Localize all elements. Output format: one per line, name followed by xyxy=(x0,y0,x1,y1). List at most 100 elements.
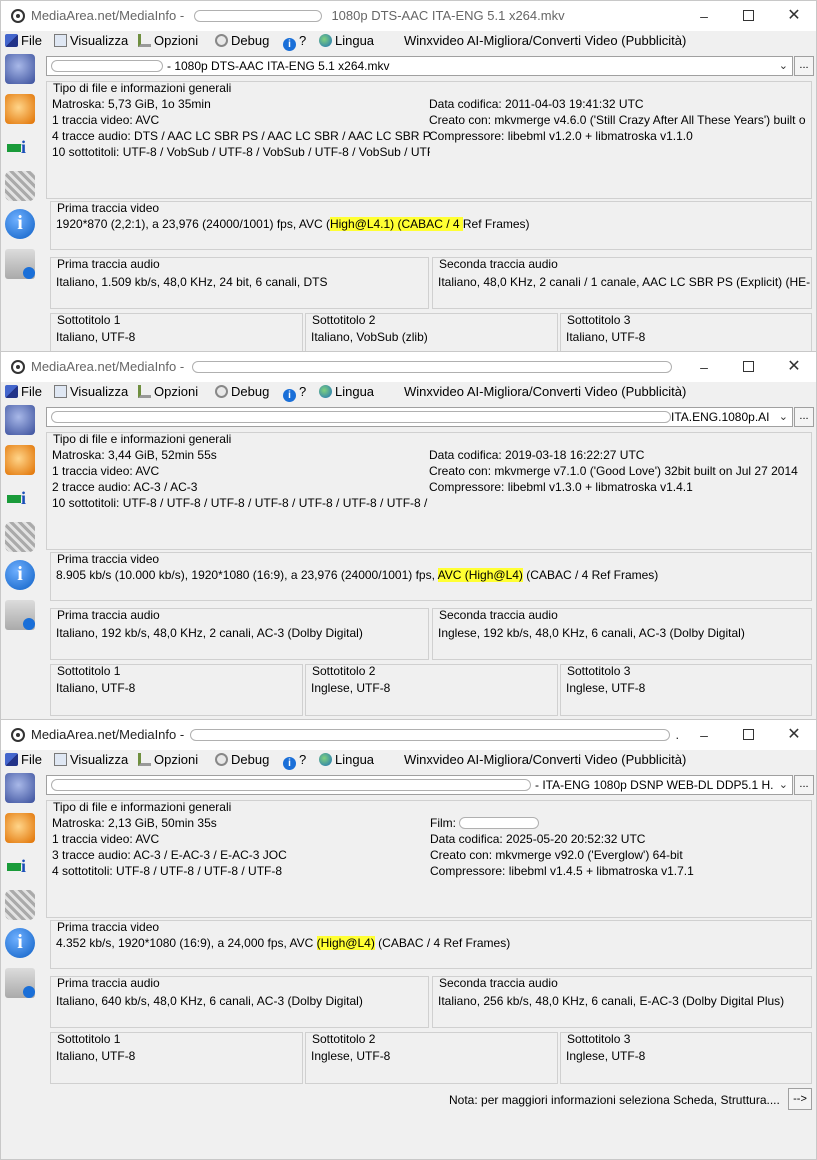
close-button[interactable]: ✕ xyxy=(774,356,814,378)
general-line: Compressore: libebml v1.3.0 + libmatrosk… xyxy=(429,480,693,494)
close-button[interactable]: ✕ xyxy=(774,5,814,27)
open-folder-icon[interactable] xyxy=(5,813,35,843)
menu-help-label: ? xyxy=(299,384,307,399)
export-icon[interactable] xyxy=(5,852,35,882)
menu-help-label: ? xyxy=(299,33,307,48)
minimize-button[interactable]: – xyxy=(684,356,724,378)
redacted-filename xyxy=(191,361,672,373)
title-bar[interactable]: MediaArea.net/MediaInfo - – ✕ xyxy=(1,352,816,382)
menu-ad-winxvideo[interactable]: Winxvideo AI-Migliora/Converti Video (Pu… xyxy=(404,752,686,767)
help-icon: i xyxy=(283,389,296,402)
menu-help[interactable]: i? xyxy=(283,33,306,51)
menu-language[interactable]: Lingua xyxy=(319,33,374,48)
menu-language-label: Lingua xyxy=(335,752,375,767)
about-icon[interactable] xyxy=(5,209,35,239)
video-info-text: (CABAC / 4 Ref Frames) xyxy=(374,936,511,950)
redacted-filename xyxy=(51,411,671,423)
menu-ad-winxvideo[interactable]: Winxvideo AI-Migliora/Converti Video (Pu… xyxy=(404,384,686,399)
menu-file[interactable]: File xyxy=(5,33,42,48)
menu-debug[interactable]: Debug xyxy=(215,752,269,767)
about-icon[interactable] xyxy=(5,928,35,958)
menu-view[interactable]: Visualizza xyxy=(54,384,128,399)
menu-options[interactable]: Opzioni xyxy=(138,384,198,399)
menu-help[interactable]: i? xyxy=(283,384,306,402)
menu-file[interactable]: File xyxy=(5,752,42,767)
subtitle-3-panel: Sottotitolo 3 Inglese, UTF-8 xyxy=(560,664,812,716)
subtitle-3-panel: Sottotitolo 3 Inglese, UTF-8 xyxy=(560,1032,812,1084)
menu-language[interactable]: Lingua xyxy=(319,752,374,767)
more-button[interactable]: ... xyxy=(794,775,814,795)
menu-debug[interactable]: Debug xyxy=(215,384,269,399)
export-icon[interactable] xyxy=(5,133,35,163)
preferences-icon[interactable] xyxy=(5,522,35,552)
maximize-icon xyxy=(742,361,754,372)
menu-options[interactable]: Opzioni xyxy=(138,752,198,767)
menu-view-label: Visualizza xyxy=(70,752,129,767)
file-select-value: - ITA-ENG 1080p DSNP WEB-DL DDP5.1 H. xyxy=(51,776,774,794)
title-bar[interactable]: MediaArea.net/MediaInfo - . – ✕ xyxy=(1,720,816,750)
open-file-icon[interactable] xyxy=(5,773,35,803)
web-icon[interactable] xyxy=(5,249,35,279)
preferences-icon[interactable] xyxy=(5,171,35,201)
subtitle-2-heading: Sottotitolo 2 xyxy=(312,313,378,327)
minimize-button[interactable]: – xyxy=(684,5,724,27)
file-select-dropdown[interactable]: - ITA-ENG 1080p DSNP WEB-DL DDP5.1 H. ⌄ xyxy=(46,775,793,795)
menu-options-label: Opzioni xyxy=(154,752,199,767)
menu-options-label: Opzioni xyxy=(154,33,199,48)
open-folder-icon[interactable] xyxy=(5,445,35,475)
audio-track-2-info: Italiano, 48,0 KHz, 2 canali / 1 canale,… xyxy=(438,275,811,289)
maximize-button[interactable] xyxy=(728,356,768,378)
film-label: Film: xyxy=(430,816,456,830)
video-info-highlight: AVC (High@L4) xyxy=(437,568,523,582)
menu-options[interactable]: Opzioni xyxy=(138,33,198,48)
preferences-icon[interactable] xyxy=(5,890,35,920)
file-select-dropdown[interactable]: ITA.ENG.1080p.AI ⌄ xyxy=(46,407,793,427)
open-file-icon[interactable] xyxy=(5,54,35,84)
about-icon[interactable] xyxy=(5,560,35,590)
close-button[interactable]: ✕ xyxy=(774,724,814,746)
open-file-icon[interactable] xyxy=(5,405,35,435)
subtitle-1-heading: Sottotitolo 1 xyxy=(57,313,123,327)
subtitle-2-heading: Sottotitolo 2 xyxy=(312,1032,378,1046)
video-track-info: 8.905 kb/s (10.000 kb/s), 1920*1080 (16:… xyxy=(56,568,658,582)
menu-debug[interactable]: Debug xyxy=(215,33,269,48)
audio-track-2-info: Italiano, 256 kb/s, 48,0 KHz, 6 canali, … xyxy=(438,994,785,1008)
more-button[interactable]: ... xyxy=(794,56,814,76)
file-select-dropdown[interactable]: - 1080p DTS-AAC ITA-ENG 5.1 x264.mkv ⌄ xyxy=(46,56,793,76)
mediainfo-window-2: MediaArea.net/MediaInfo - – ✕ File Visua… xyxy=(0,351,817,721)
maximize-button[interactable] xyxy=(728,724,768,746)
general-info-heading: Tipo di file e informazioni generali xyxy=(53,800,234,814)
title-bar[interactable]: MediaArea.net/MediaInfo - 1080p DTS-AAC … xyxy=(1,1,816,31)
subtitle-3-heading: Sottotitolo 3 xyxy=(567,1032,633,1046)
menu-file-label: File xyxy=(21,384,42,399)
audio-track-2-panel: Seconda traccia audio Italiano, 256 kb/s… xyxy=(432,976,812,1028)
web-icon[interactable] xyxy=(5,968,35,998)
general-info-panel: Tipo di file e informazioni generali Mat… xyxy=(46,432,812,550)
menu-language[interactable]: Lingua xyxy=(319,384,374,399)
menu-file[interactable]: File xyxy=(5,384,42,399)
options-icon xyxy=(138,385,151,398)
maximize-icon xyxy=(742,729,754,740)
more-button[interactable]: ... xyxy=(794,407,814,427)
video-info-highlight: High@L4.1) (CABAC / 4 xyxy=(329,217,463,231)
menu-help[interactable]: i? xyxy=(283,752,306,770)
general-line: Creato con: mkvmerge v92.0 ('Everglow') … xyxy=(430,848,683,862)
mediainfo-app-icon xyxy=(11,728,25,742)
audio-track-2-heading: Seconda traccia audio xyxy=(439,257,560,271)
file-name-text: - 1080p DTS-AAC ITA-ENG 5.1 x264.mkv xyxy=(167,59,390,73)
next-view-button[interactable]: --> xyxy=(788,1088,812,1110)
options-icon xyxy=(138,34,151,47)
globe-icon xyxy=(319,385,332,398)
maximize-button[interactable] xyxy=(728,5,768,27)
menu-view[interactable]: Visualizza xyxy=(54,33,128,48)
export-icon[interactable] xyxy=(5,484,35,514)
web-icon[interactable] xyxy=(5,600,35,630)
menu-ad-winxvideo[interactable]: Winxvideo AI-Migliora/Converti Video (Pu… xyxy=(404,33,686,48)
audio-track-2-heading: Seconda traccia audio xyxy=(439,608,560,622)
minimize-button[interactable]: – xyxy=(684,724,724,746)
menu-view[interactable]: Visualizza xyxy=(54,752,128,767)
file-icon xyxy=(5,34,18,47)
open-folder-icon[interactable] xyxy=(5,94,35,124)
general-line: Data codifica: 2025-05-20 20:52:32 UTC xyxy=(430,832,646,846)
general-line: 3 tracce audio: AC-3 / E-AC-3 / E-AC-3 J… xyxy=(52,848,287,862)
